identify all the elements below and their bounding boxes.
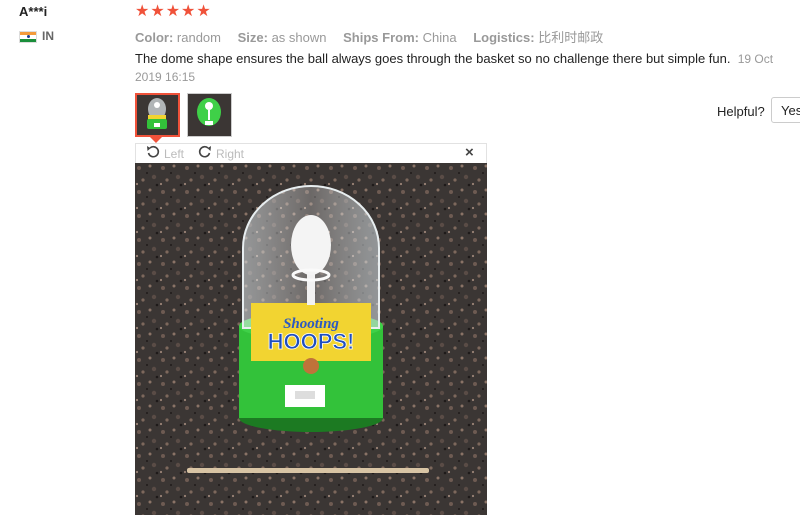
reviewer-name: A***i [19,4,48,19]
size-label: Size: [237,30,268,45]
logistics-value: 比利时邮政 [538,30,604,45]
close-viewer-button[interactable]: × [465,144,474,161]
ships-from-label: Ships From: [343,30,419,45]
review-body: The dome shape ensures the ball always g… [135,50,800,86]
ships-from-value: China [422,30,457,45]
rotate-right-label: Right [216,146,245,161]
india-flag-icon [19,31,37,43]
star-icon: ★ [135,3,150,20]
star-icon: ★ [196,3,211,20]
rotate-left-label: Left [164,146,185,161]
color-value: random [176,30,221,45]
star-icon: ★ [165,3,181,20]
rotate-left-button[interactable]: Left [146,145,184,162]
toy-title-line2: HOOPS! [268,329,355,354]
star-rating: ★ ★ ★ ★ ★ [135,3,211,21]
color-label: Color: [135,30,174,45]
review-text: The dome shape ensures the ball always g… [135,51,731,66]
reviewer-country: IN [42,29,54,43]
star-icon: ★ [181,3,196,20]
photo-viewer-toolbar: Left Right × [135,143,487,163]
review-photo-thumbnail-1[interactable] [135,93,180,137]
order-info: Color: random Size: as shown Ships From:… [135,27,616,46]
review-photo-thumbnail-2[interactable] [187,93,232,137]
rotate-right-icon [198,145,212,162]
size-value: as shown [271,30,327,45]
rotate-right-button[interactable]: Right [198,145,244,162]
helpful-label: Helpful? [717,104,765,119]
logistics-label: Logistics: [473,30,535,45]
rotate-left-icon [146,145,160,162]
star-icon: ★ [150,3,165,20]
review-photo-large: Shooting HOOPS! [135,163,487,515]
helpful-yes-button[interactable]: Yes [771,97,800,123]
